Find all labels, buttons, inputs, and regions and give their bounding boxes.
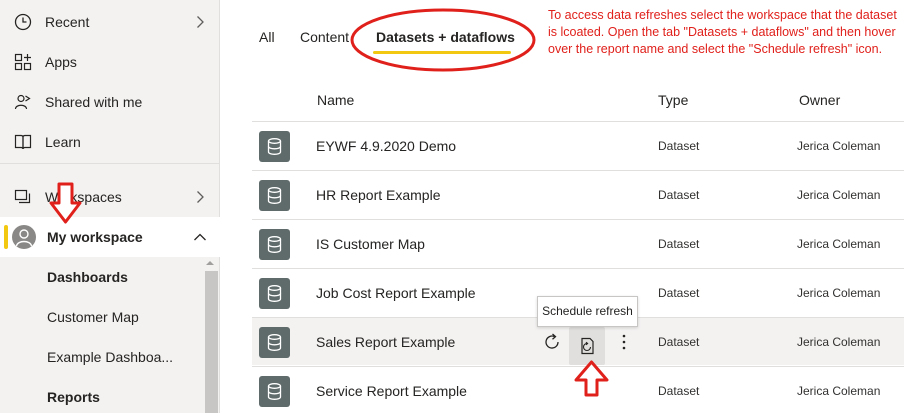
clock-icon: [14, 13, 32, 31]
sub-item-example-dashboard[interactable]: Example Dashboa...: [47, 337, 197, 377]
sub-item-dashboards[interactable]: Dashboards: [47, 257, 197, 297]
table-row[interactable]: Service Report Example Dataset Jerica Co…: [252, 366, 904, 413]
apps-icon: [14, 53, 32, 71]
nav-recent-label: Recent: [45, 14, 90, 30]
dataset-name[interactable]: Sales Report Example: [316, 334, 455, 350]
shared-icon: [14, 94, 31, 110]
database-icon: [267, 334, 282, 351]
nav-shared-label: Shared with me: [45, 94, 143, 110]
tab-all[interactable]: All: [259, 29, 275, 45]
database-icon: [267, 383, 282, 400]
nav-divider: [0, 163, 220, 164]
chevron-right-icon[interactable]: [193, 15, 207, 29]
dataset-name[interactable]: IS Customer Map: [316, 236, 425, 252]
dataset-icon: [259, 131, 290, 162]
schedule-refresh-icon: [581, 337, 594, 355]
nav-learn-label: Learn: [45, 134, 81, 150]
nav-scrollbar[interactable]: [203, 257, 218, 413]
dataset-name[interactable]: HR Report Example: [316, 187, 441, 203]
dataset-type: Dataset: [658, 384, 700, 398]
annotation-note: To access data refreshes select the work…: [548, 8, 897, 56]
dataset-icon: [259, 180, 290, 211]
nav-workspaces-label: Workspaces: [45, 189, 122, 205]
database-icon: [267, 285, 282, 302]
chevron-right-icon[interactable]: [193, 190, 207, 204]
book-icon: [14, 134, 32, 150]
tab-content[interactable]: Content: [300, 29, 349, 45]
dataset-type: Dataset: [658, 237, 700, 251]
column-header-name[interactable]: Name: [317, 92, 354, 108]
dataset-type: Dataset: [658, 188, 700, 202]
nav-recent[interactable]: Recent: [0, 2, 220, 42]
schedule-refresh-button[interactable]: [569, 327, 605, 365]
table-row[interactable]: EYWF 4.9.2020 Demo Dataset Jerica Colema…: [252, 121, 904, 169]
workspaces-icon: [14, 189, 31, 204]
left-nav: Recent Apps Shared with me Learn Workspa…: [0, 0, 220, 413]
dataset-type: Dataset: [658, 139, 700, 153]
database-icon: [267, 187, 282, 204]
dataset-icon: [259, 278, 290, 309]
dataset-name[interactable]: Job Cost Report Example: [316, 285, 476, 301]
nav-workspaces[interactable]: Workspaces: [0, 177, 220, 217]
sub-item-customer-map[interactable]: Customer Map: [47, 297, 197, 337]
dataset-icon: [259, 376, 290, 407]
dataset-owner: Jerica Coleman: [797, 384, 881, 398]
dataset-name[interactable]: EYWF 4.9.2020 Demo: [316, 138, 456, 154]
selected-indicator: [4, 225, 8, 249]
nav-shared-with-me[interactable]: Shared with me: [0, 82, 220, 122]
nav-apps[interactable]: Apps: [0, 42, 220, 82]
dataset-type: Dataset: [658, 335, 700, 349]
dataset-icon: [259, 327, 290, 358]
nav-apps-label: Apps: [45, 54, 77, 70]
avatar: [12, 225, 36, 249]
dataset-type: Dataset: [658, 286, 700, 300]
tooltip-schedule-refresh: Schedule refresh: [537, 296, 638, 327]
sub-item-reports[interactable]: Reports: [47, 377, 197, 413]
dataset-owner: Jerica Coleman: [797, 335, 881, 349]
scroll-up-arrow-icon[interactable]: [206, 259, 214, 267]
column-header-owner[interactable]: Owner: [799, 92, 840, 108]
nav-my-workspace[interactable]: My workspace: [0, 217, 220, 257]
refresh-now-icon[interactable]: [542, 332, 562, 352]
scrollbar-thumb[interactable]: [205, 271, 218, 413]
table-row[interactable]: IS Customer Map Dataset Jerica Coleman: [252, 219, 904, 267]
dataset-owner: Jerica Coleman: [797, 286, 881, 300]
table-row[interactable]: HR Report Example Dataset Jerica Coleman: [252, 170, 904, 218]
dataset-owner: Jerica Coleman: [797, 237, 881, 251]
dataset-owner: Jerica Coleman: [797, 139, 881, 153]
chevron-up-icon[interactable]: [193, 230, 207, 244]
person-icon: [15, 229, 33, 247]
dataset-owner: Jerica Coleman: [797, 188, 881, 202]
dataset-icon: [259, 229, 290, 260]
column-header-type[interactable]: Type: [658, 92, 688, 108]
active-tab-underline: [373, 51, 511, 54]
dataset-name[interactable]: Service Report Example: [316, 383, 467, 399]
tab-datasets-dataflows[interactable]: Datasets + dataflows: [376, 29, 515, 45]
database-icon: [267, 236, 282, 253]
more-options-icon[interactable]: [616, 332, 632, 352]
database-icon: [267, 138, 282, 155]
nav-my-workspace-label: My workspace: [47, 229, 143, 245]
nav-learn[interactable]: Learn: [0, 122, 220, 162]
